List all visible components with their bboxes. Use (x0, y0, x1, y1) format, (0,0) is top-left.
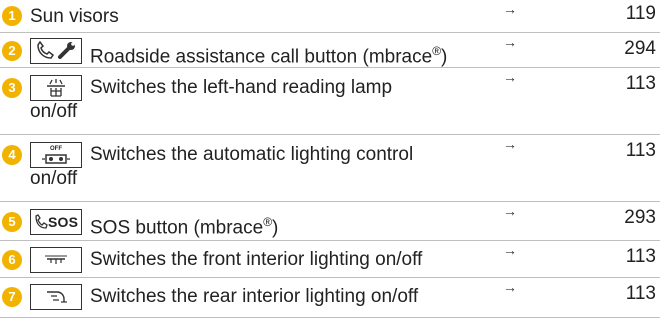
item-number-badge: 4 (2, 145, 22, 165)
item-number-badge: 1 (2, 6, 22, 26)
item-description-line1: Switches the automatic lighting control (90, 144, 414, 165)
page-number: 113 (625, 140, 656, 161)
item-number-badge: 6 (2, 250, 22, 270)
item-number-badge: 5 (2, 212, 22, 232)
page-reference-arrow: → (503, 1, 517, 17)
item-number-badge: 7 (2, 287, 22, 307)
reference-table: 1 Sun visors → 119 2 Roadside assistance… (0, 0, 660, 318)
item-number-badge: 2 (2, 41, 22, 61)
table-row: 6 Switches the front interior lighting o… (0, 241, 660, 278)
page-number: 113 (625, 246, 656, 267)
table-row: 2 Roadside assistance call button (mbrac… (0, 33, 660, 68)
page-reference-arrow: → (503, 203, 517, 219)
page-reference-arrow: → (503, 279, 517, 295)
table-row: 7 Switches the rear interior lighting on… (0, 278, 660, 318)
page-reference-arrow: → (503, 69, 517, 85)
page-number: 293 (624, 207, 656, 228)
phone-wrench-icon (30, 38, 82, 64)
item-description-line1: Switches the left-hand reading lamp (90, 77, 393, 98)
item-description: SOS button (mbrace®) (90, 215, 279, 239)
item-description: Sun visors (30, 6, 119, 27)
page-reference-arrow: → (503, 136, 517, 152)
item-description-line2: on/off (30, 101, 78, 122)
page-reference-arrow: → (503, 242, 517, 258)
reading-lamp-icon (30, 75, 82, 101)
front-interior-light-icon (30, 247, 82, 273)
sos-label: SOS (48, 214, 79, 230)
item-description: Switches the rear interior lighting on/o… (90, 286, 419, 307)
item-description: Switches the front interior lighting on/… (90, 249, 423, 270)
page-reference-arrow: → (503, 34, 517, 50)
page-number: 113 (625, 283, 656, 304)
page-number: 113 (625, 73, 656, 94)
table-row: 4 OFF Switches the automatic lighting co… (0, 135, 660, 202)
page-number: 119 (625, 3, 656, 24)
auto-lighting-off-icon: OFF (30, 142, 82, 168)
table-row: 3 Switches the left-hand reading lamp on… (0, 68, 660, 135)
sos-phone-icon: SOS (30, 209, 82, 235)
icon-off-label: OFF (50, 145, 62, 152)
table-row: 5 SOS SOS button (mbrace®) → 293 (0, 202, 660, 241)
table-row: 1 Sun visors → 119 (0, 0, 660, 33)
item-description: Roadside assistance call button (mbrace®… (90, 44, 448, 68)
rear-interior-light-icon (30, 284, 82, 310)
item-number-badge: 3 (2, 78, 22, 98)
item-description-line2: on/off (30, 168, 78, 189)
page-number: 294 (624, 38, 656, 59)
